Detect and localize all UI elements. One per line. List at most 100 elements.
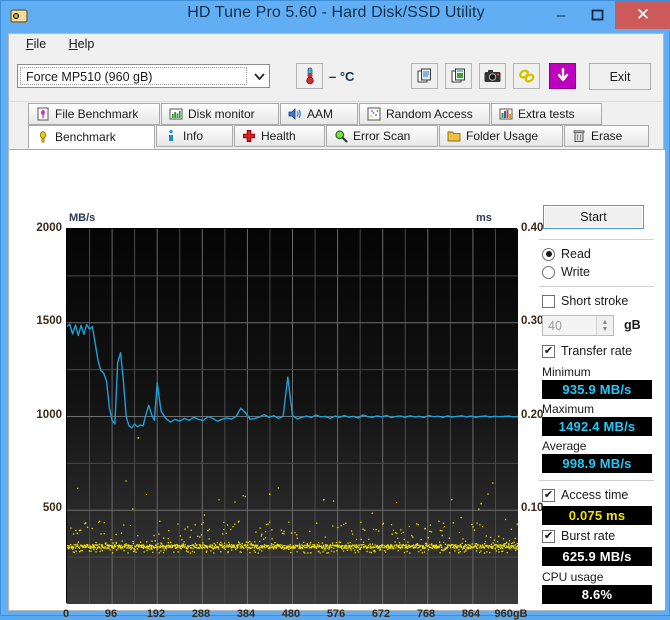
checkbox-access-time[interactable]: ✔ Access time — [542, 488, 628, 502]
tab-folder-usage[interactable]: Folder Usage — [439, 125, 563, 147]
random-access-icon — [367, 107, 381, 121]
tab-extra-tests[interactable]: Extra tests — [491, 103, 602, 125]
tab-file-benchmark-label: File Benchmark — [55, 107, 139, 121]
tab-info[interactable]: Info — [156, 125, 233, 147]
drive-select-combobox[interactable]: Force MP510 (960 gB) — [17, 64, 270, 88]
radio-read-label: Read — [561, 247, 591, 261]
exit-button[interactable]: Exit — [589, 63, 651, 90]
chart-svg — [67, 229, 518, 604]
download-arrow-icon[interactable] — [549, 63, 576, 89]
tab-extra-tests-label: Extra tests — [518, 107, 575, 121]
tab-benchmark-label: Benchmark — [55, 130, 116, 144]
copy-text-icon[interactable] — [411, 63, 438, 89]
tab-random-access-label: Random Access — [386, 107, 473, 121]
menu-help-label-rest: elp — [77, 37, 95, 51]
exit-button-label: Exit — [609, 69, 631, 84]
minimize-button[interactable]: – — [545, 1, 577, 29]
radio-read-indicator — [542, 247, 555, 261]
copy-image-icon[interactable] — [445, 63, 472, 89]
disk-monitor-icon — [169, 107, 183, 121]
radio-read[interactable]: Read — [542, 247, 591, 261]
y-tick-1500: 1500 — [36, 315, 62, 327]
short-stroke-label: Short stroke — [561, 294, 629, 308]
x-tick-192: 192 — [146, 608, 166, 620]
tab-aam-label: AAM — [307, 107, 334, 121]
thermometer-button[interactable] — [296, 63, 323, 89]
benchmark-bulb-icon — [36, 130, 50, 144]
radio-write[interactable]: Write — [542, 265, 590, 279]
short-stroke-checkbox-box — [542, 294, 555, 308]
y-tick-500: 500 — [42, 502, 62, 514]
y-tick-2000: 2000 — [36, 222, 62, 234]
x-tick-768: 768 — [416, 608, 436, 620]
client-area: File Help Force MP510 (960 gB) – °C Exit… — [8, 33, 665, 620]
chart-ylabel: MB/s — [69, 212, 96, 224]
burst-rate-value: 625.9 MB/s — [542, 547, 652, 566]
x-tick-672: 672 — [371, 608, 391, 620]
x-tick-384: 384 — [236, 608, 256, 620]
results-panel: Start Read Write Short stroke 40 ▲ ▼ gB … — [536, 205, 658, 605]
menu-help[interactable]: Help — [60, 34, 104, 53]
tab-disk-monitor[interactable]: Disk monitor — [161, 103, 279, 125]
tab-benchmark[interactable]: Benchmark — [28, 125, 155, 149]
maximum-label: Maximum — [542, 402, 595, 416]
close-icon: ✕ — [635, 5, 651, 24]
x-tick-288: 288 — [191, 608, 211, 620]
start-button[interactable]: Start — [543, 205, 644, 229]
chart-plot-area[interactable] — [66, 228, 518, 604]
menu-file-label-rest: ile — [33, 37, 47, 51]
x-tick-0: 0 — [62, 608, 70, 620]
tab-erase-label: Erase — [591, 129, 623, 143]
tab-folder-usage-label: Folder Usage — [466, 129, 539, 143]
checkbox-short-stroke[interactable]: Short stroke — [542, 294, 628, 308]
cpu-usage-label: CPU usage — [542, 570, 604, 584]
minimize-icon: – — [556, 6, 566, 24]
tab-health[interactable]: Health — [234, 125, 325, 147]
stepper-arrows-icon[interactable]: ▲ ▼ — [596, 316, 613, 335]
tab-info-label: Info — [183, 129, 204, 143]
drive-select-value: Force MP510 (960 gB) — [20, 67, 247, 85]
average-label: Average — [542, 439, 587, 453]
tab-row-secondary: File Benchmark Disk monitor AAM Random A… — [9, 103, 663, 126]
magnifier-icon — [334, 129, 348, 143]
short-stroke-size-stepper[interactable]: 40 ▲ ▼ — [542, 315, 614, 336]
start-button-label: Start — [580, 210, 607, 224]
tab-aam[interactable]: AAM — [280, 103, 358, 125]
short-stroke-unit-label: gB — [624, 318, 641, 332]
maximum-value: 1492.4 MB/s — [542, 417, 652, 436]
speaker-icon — [288, 107, 302, 121]
y-tick-1000: 1000 — [36, 409, 62, 421]
tab-disk-monitor-label: Disk monitor — [188, 107, 255, 121]
chart-y2label: ms — [476, 212, 492, 224]
cpu-usage-value: 8.6% — [542, 585, 652, 604]
temperature-readout: – °C — [329, 69, 355, 84]
x-tick-576: 576 — [326, 608, 346, 620]
title-bar: HD Tune Pro 5.60 - Hard Disk/SSD Utility… — [1, 1, 670, 31]
benchmark-panel: MB/s ms 2000 1500 1000 500 0.40 0.30 0.2… — [9, 149, 665, 620]
screenshot-camera-icon[interactable] — [479, 63, 506, 89]
maximize-icon — [591, 9, 603, 20]
transfer-rate-checkbox-box: ✔ — [542, 344, 555, 358]
maximize-button[interactable] — [581, 1, 613, 29]
stepper-down-icon[interactable]: ▼ — [602, 326, 609, 333]
average-value: 998.9 MB/s — [542, 454, 652, 473]
radio-write-indicator — [542, 265, 555, 279]
checkbox-transfer-rate[interactable]: ✔ Transfer rate — [542, 344, 632, 358]
x-tick-480: 480 — [281, 608, 301, 620]
benchmark-chart: MB/s ms 2000 1500 1000 500 0.40 0.30 0.2… — [21, 212, 543, 620]
tab-error-scan[interactable]: Error Scan — [326, 125, 438, 147]
tab-random-access[interactable]: Random Access — [359, 103, 490, 125]
burst-rate-label: Burst rate — [561, 529, 616, 543]
thermometer-icon — [305, 67, 314, 85]
checkbox-burst-rate[interactable]: ✔ Burst rate — [542, 529, 615, 543]
tab-file-benchmark[interactable]: File Benchmark — [28, 103, 160, 125]
toolbar: Force MP510 (960 gB) – °C Exit — [9, 56, 663, 102]
chain-link-icon[interactable] — [513, 63, 540, 89]
chevron-down-icon[interactable] — [249, 65, 269, 87]
minimum-label: Minimum — [542, 365, 591, 379]
burst-rate-checkbox-box: ✔ — [542, 529, 555, 543]
menu-file[interactable]: File — [17, 34, 55, 53]
tab-erase[interactable]: Erase — [564, 125, 649, 147]
stepper-up-icon[interactable]: ▲ — [602, 319, 609, 326]
close-button[interactable]: ✕ — [615, 1, 670, 29]
